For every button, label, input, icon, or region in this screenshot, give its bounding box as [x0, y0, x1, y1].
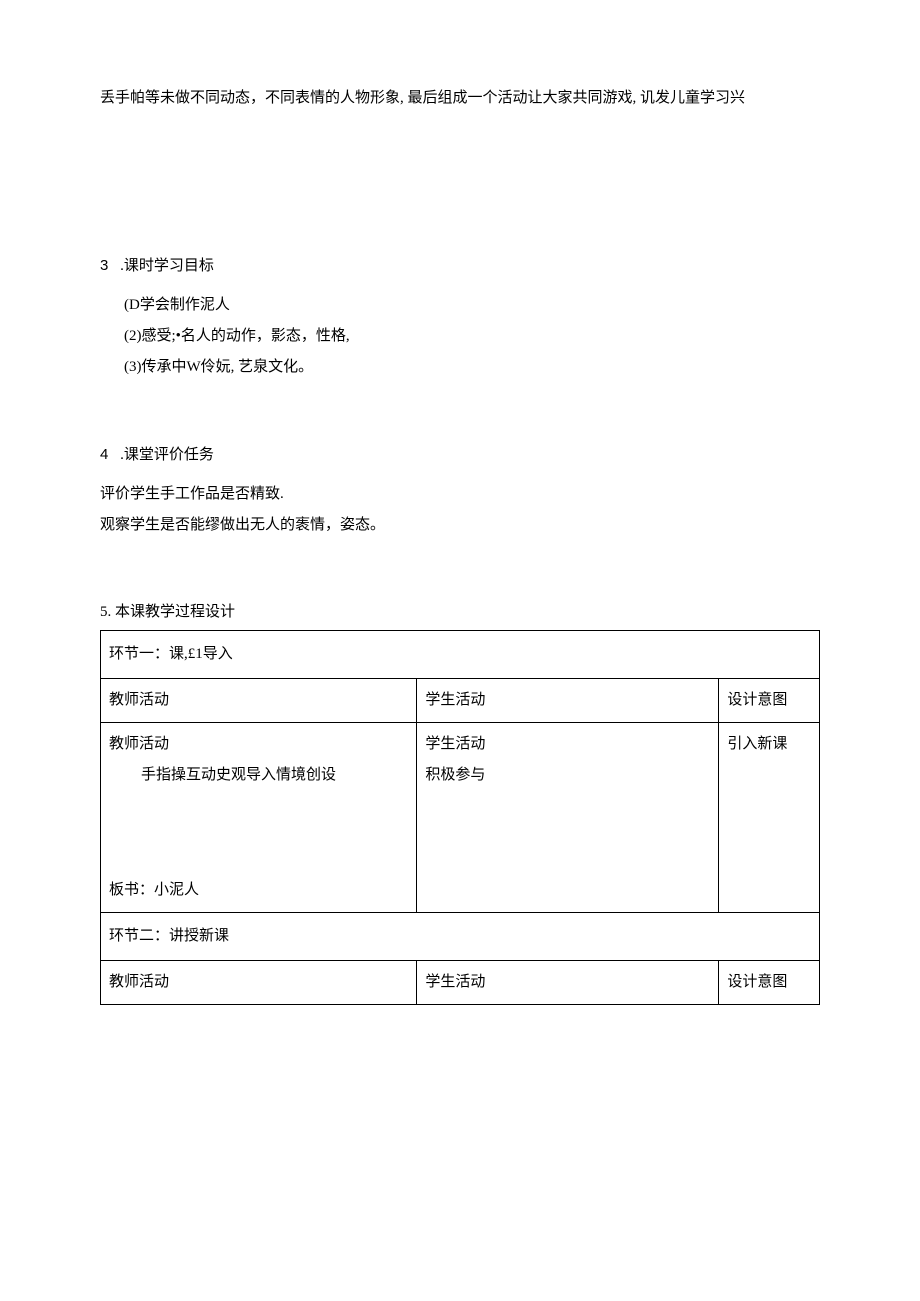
header-design-intent: 设计意图	[719, 679, 820, 723]
content-student-cell: 学生活动 积极参与	[417, 723, 719, 913]
section-3-title: .课时学习目标	[120, 258, 214, 274]
header2-teacher-activity: 教师活动	[101, 961, 417, 1005]
teaching-process-table: 环节一：课,£1导入 教师活动 学生活动 设计意图 教师活动 手指操互动史观导入…	[100, 630, 820, 1005]
teacher-board-note: 板书：小泥人	[109, 877, 199, 904]
table-row-header-2: 教师活动 学生活动 设计意图	[101, 961, 820, 1005]
section-4-heading: 4 .课堂评价任务	[100, 441, 820, 469]
header2-design-intent: 设计意图	[719, 961, 820, 1005]
phase-2-cell: 环节二：讲授新课	[101, 913, 820, 961]
section-3-number: 3	[100, 257, 108, 274]
section-3-item-1: (D学会制作泥人	[100, 292, 820, 319]
section-4-line-2: 观察学生是否能缪做出无人的袠情，姿态。	[100, 512, 820, 539]
section-3-heading: 3 .课时学习目标	[100, 252, 820, 280]
section-4-title: .课堂评价任务	[120, 447, 214, 463]
teacher-line-1: 教师活动	[109, 731, 408, 758]
intent-text: 引入新课	[727, 731, 811, 758]
section-4: 4 .课堂评价任务 评价学生手工作品是否精致. 观察学生是否能缪做出无人的袠情，…	[100, 441, 820, 539]
section-4-line-1: 评价学生手工作品是否精致.	[100, 481, 820, 508]
student-line-2: 积极参与	[425, 762, 710, 789]
table-row-phase-1: 环节一：课,£1导入	[101, 631, 820, 679]
content-teacher-cell: 教师活动 手指操互动史观导入情境创设 板书：小泥人	[101, 723, 417, 913]
section-5: 5. 本课教学过程设计 环节一：课,£1导入 教师活动 学生活动 设计意图 教师…	[100, 599, 820, 1005]
table-row-phase-2: 环节二：讲授新课	[101, 913, 820, 961]
header-student-activity: 学生活动	[417, 679, 719, 723]
teacher-line-2: 手指操互动史观导入情境创设	[109, 762, 408, 789]
table-row-content-1: 教师活动 手指操互动史观导入情境创设 板书：小泥人 学生活动 积极参与 引入新课	[101, 723, 820, 913]
section-3-item-2: (2)感受;•名人的动作，影态，性格,	[100, 323, 820, 350]
section-3-item-3: (3)传承中W伶妧, 艺泉文化。	[100, 354, 820, 381]
section-3: 3 .课时学习目标 (D学会制作泥人 (2)感受;•名人的动作，影态，性格, (…	[100, 252, 820, 381]
header2-student-activity: 学生活动	[417, 961, 719, 1005]
section-5-title: 5. 本课教学过程设计	[100, 599, 820, 626]
table-row-header-1: 教师活动 学生活动 设计意图	[101, 679, 820, 723]
student-line-1: 学生活动	[425, 731, 710, 758]
content-intent-cell: 引入新课	[719, 723, 820, 913]
section-4-number: 4	[100, 446, 108, 463]
header-teacher-activity: 教师活动	[101, 679, 417, 723]
phase-1-cell: 环节一：课,£1导入	[101, 631, 820, 679]
intro-paragraph: 丢手帕等未做不同动态，不同表情的人物形象, 最后组成一个活动让大家共同游戏, 讥…	[100, 85, 820, 112]
